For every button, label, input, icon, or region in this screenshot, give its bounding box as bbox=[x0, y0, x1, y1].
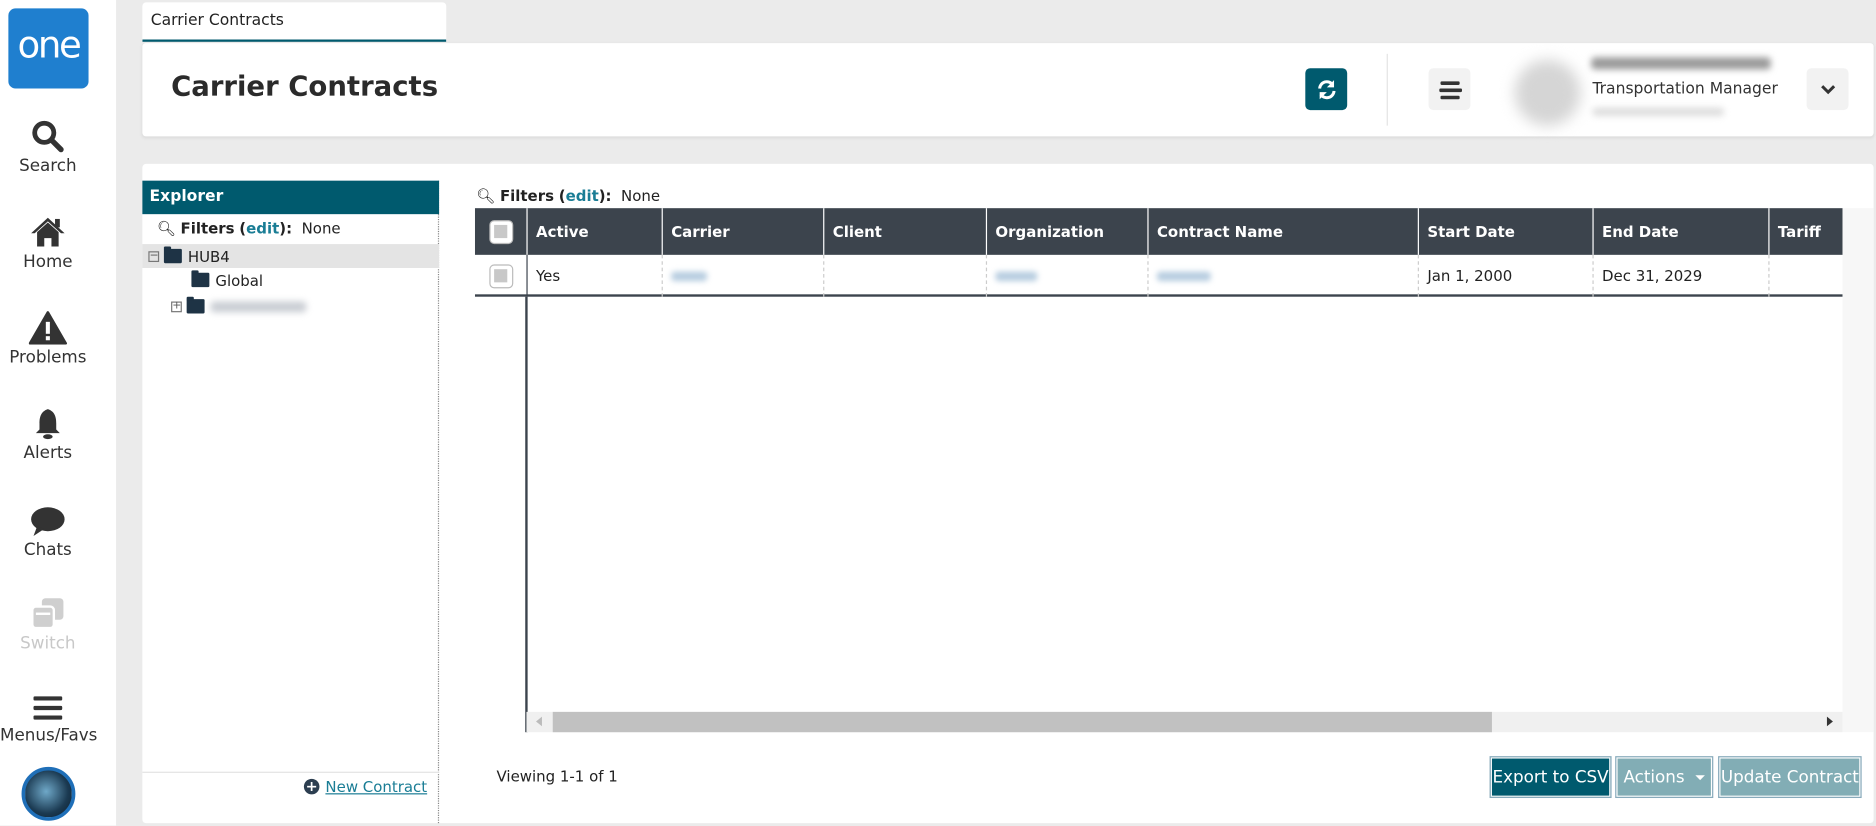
scroll-right-arrow[interactable] bbox=[1826, 716, 1833, 727]
nav-label: Problems bbox=[9, 348, 87, 368]
switch-icon bbox=[31, 598, 64, 630]
one-logo[interactable]: one bbox=[8, 8, 89, 89]
tree-node-label bbox=[210, 300, 307, 312]
left-nav: one Search Home Problems Alerts Chats Sw… bbox=[0, 0, 117, 826]
collapse-icon[interactable]: − bbox=[148, 250, 160, 262]
refresh-button[interactable] bbox=[1305, 68, 1348, 111]
menu-icon bbox=[33, 696, 63, 720]
column-header[interactable]: Start Date bbox=[1417, 208, 1593, 255]
column-header[interactable]: Active bbox=[526, 208, 661, 255]
nav-label: Chats bbox=[23, 540, 72, 560]
search-icon bbox=[32, 120, 64, 153]
table-row[interactable]: Yes Jan 1, 2000 Dec 31, 2029 bbox=[474, 254, 1843, 297]
nav-label: Search bbox=[19, 156, 77, 176]
nav-label: Menus/Favs bbox=[0, 726, 98, 746]
tree-node-hub4[interactable]: − HUB4 bbox=[142, 244, 440, 269]
column-header[interactable]: Client bbox=[823, 208, 986, 255]
export-csv-button[interactable]: Export to CSV bbox=[1489, 756, 1612, 799]
hamburger-icon bbox=[1438, 80, 1462, 99]
warning-icon bbox=[28, 311, 68, 345]
table-header: Active Carrier Client Organization Contr… bbox=[474, 208, 1843, 255]
nav-problems[interactable]: Problems bbox=[0, 311, 96, 367]
divider bbox=[142, 771, 440, 773]
explorer-filters-edit-link[interactable]: edit bbox=[246, 219, 279, 237]
cell-tariff bbox=[1768, 254, 1842, 297]
cell-contract-name[interactable] bbox=[1147, 254, 1417, 297]
column-header[interactable]: Carrier bbox=[661, 208, 824, 255]
column-header[interactable]: Contract Name bbox=[1147, 208, 1417, 255]
user-avatar[interactable] bbox=[21, 766, 76, 821]
select-all-checkbox[interactable] bbox=[475, 208, 526, 255]
header-divider bbox=[1386, 53, 1388, 126]
nav-home[interactable]: Home bbox=[0, 215, 96, 272]
column-header[interactable]: Tariff bbox=[1768, 208, 1842, 255]
row-checkbox[interactable] bbox=[475, 255, 526, 297]
update-contract-button[interactable]: Update Contract bbox=[1718, 756, 1862, 799]
nav-search[interactable]: Search bbox=[0, 120, 96, 176]
folder-icon bbox=[186, 296, 205, 314]
cell-carrier[interactable] bbox=[661, 254, 824, 297]
new-contract-link[interactable]: + New Contract bbox=[303, 777, 427, 796]
cell-organization[interactable] bbox=[985, 254, 1148, 297]
expand-icon[interactable]: + bbox=[171, 300, 182, 312]
tree-node-global[interactable]: Global bbox=[142, 268, 439, 292]
scrollbar-thumb[interactable] bbox=[552, 711, 1492, 733]
explorer-title: Explorer bbox=[142, 180, 440, 215]
search-icon: 🔍︎ bbox=[156, 218, 176, 237]
caret-down-icon bbox=[1695, 774, 1705, 780]
nav-chats[interactable]: Chats bbox=[0, 506, 96, 560]
grid-filters: 🔍︎ Filters (edit): None bbox=[476, 186, 661, 205]
user-role: Transportation Manager bbox=[1592, 80, 1778, 99]
nav-label: Home bbox=[23, 252, 73, 272]
chat-icon bbox=[31, 507, 65, 537]
column-header[interactable]: Organization bbox=[985, 208, 1148, 255]
viewing-count: Viewing 1-1 of 1 bbox=[496, 766, 618, 785]
plus-circle-icon: + bbox=[303, 777, 320, 795]
refresh-icon bbox=[1317, 79, 1335, 99]
search-icon: 🔍︎ bbox=[476, 186, 496, 205]
cell-active: Yes bbox=[526, 254, 661, 297]
nav-alerts[interactable]: Alerts bbox=[0, 407, 96, 463]
folder-open-icon bbox=[163, 246, 182, 264]
cell-client bbox=[823, 254, 986, 297]
explorer-panel: Explorer 🔍︎ Filters (edit): None − HUB4 … bbox=[142, 180, 440, 824]
cell-start-date: Jan 1, 2000 bbox=[1417, 254, 1593, 297]
nav-label: Alerts bbox=[23, 443, 73, 464]
menu-button[interactable] bbox=[1428, 68, 1471, 111]
user-email bbox=[1592, 107, 1725, 117]
frozen-column-divider bbox=[525, 296, 528, 733]
grid-filters-edit-link[interactable]: edit bbox=[566, 187, 599, 205]
user-photo bbox=[1514, 59, 1581, 126]
scroll-left-arrow[interactable] bbox=[536, 716, 542, 727]
bell-icon bbox=[35, 409, 60, 440]
user-menu-dropdown[interactable] bbox=[1806, 68, 1849, 111]
actions-dropdown-button[interactable]: Actions bbox=[1615, 756, 1714, 799]
main-panel: Explorer 🔍︎ Filters (edit): None − HUB4 … bbox=[142, 163, 1874, 824]
horizontal-scrollbar[interactable] bbox=[526, 711, 1843, 733]
folder-icon bbox=[191, 270, 210, 288]
vertical-scroll-track[interactable] bbox=[1842, 208, 1874, 733]
page-header: Carrier Contracts Transportation Manager bbox=[142, 43, 1874, 137]
nav-label: Switch bbox=[20, 634, 76, 654]
column-header[interactable]: End Date bbox=[1592, 208, 1768, 255]
tab-carrier-contracts[interactable]: Carrier Contracts bbox=[142, 2, 447, 42]
chevron-down-icon bbox=[1820, 84, 1835, 94]
nav-menus-favs[interactable]: Menus/Favs bbox=[0, 694, 98, 746]
page-title: Carrier Contracts bbox=[171, 71, 439, 103]
home-icon bbox=[31, 217, 65, 247]
tree-node-partner[interactable]: + bbox=[142, 294, 439, 318]
user-name bbox=[1591, 57, 1771, 70]
cell-end-date: Dec 31, 2029 bbox=[1592, 254, 1768, 297]
explorer-filters: 🔍︎ Filters (edit): None bbox=[156, 218, 341, 237]
nav-switch[interactable]: Switch bbox=[0, 597, 96, 653]
